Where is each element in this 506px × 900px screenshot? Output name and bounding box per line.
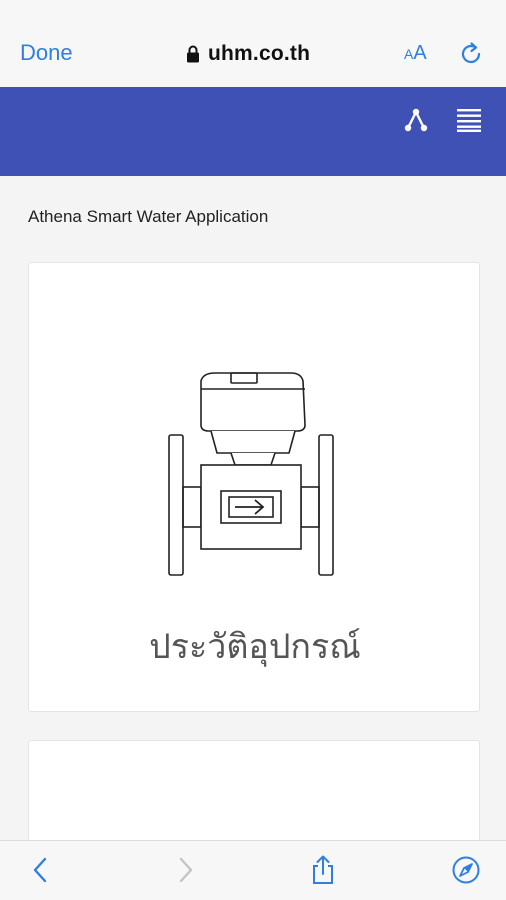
reload-icon[interactable] bbox=[458, 40, 484, 68]
site-header bbox=[0, 87, 506, 176]
url-text: uhm.co.th bbox=[208, 42, 311, 65]
text-size-button[interactable]: AA bbox=[404, 42, 427, 65]
browser-top-bar: Done uhm.co.th AA bbox=[0, 0, 506, 87]
share-sheet-icon[interactable] bbox=[308, 855, 338, 885]
browser-toolbar bbox=[0, 840, 506, 900]
app-title: Athena Smart Water Application bbox=[28, 207, 269, 226]
status-bar bbox=[0, 0, 506, 22]
address-bar[interactable]: uhm.co.th bbox=[186, 40, 310, 68]
done-button[interactable]: Done bbox=[20, 40, 73, 66]
forward-icon[interactable] bbox=[170, 855, 200, 885]
lock-icon bbox=[187, 45, 199, 63]
compass-icon[interactable] bbox=[451, 855, 481, 885]
back-icon[interactable] bbox=[26, 855, 56, 885]
text-size-small-label: A bbox=[404, 46, 414, 62]
water-meter-icon bbox=[168, 372, 334, 576]
menu-icon[interactable] bbox=[456, 108, 482, 132]
device-history-label: ประวัติอุปกรณ์ bbox=[149, 627, 361, 667]
share-icon[interactable] bbox=[403, 107, 429, 133]
text-size-big-label: A bbox=[413, 42, 427, 64]
device-history-card[interactable]: ประวัติอุปกรณ์ bbox=[28, 262, 480, 712]
